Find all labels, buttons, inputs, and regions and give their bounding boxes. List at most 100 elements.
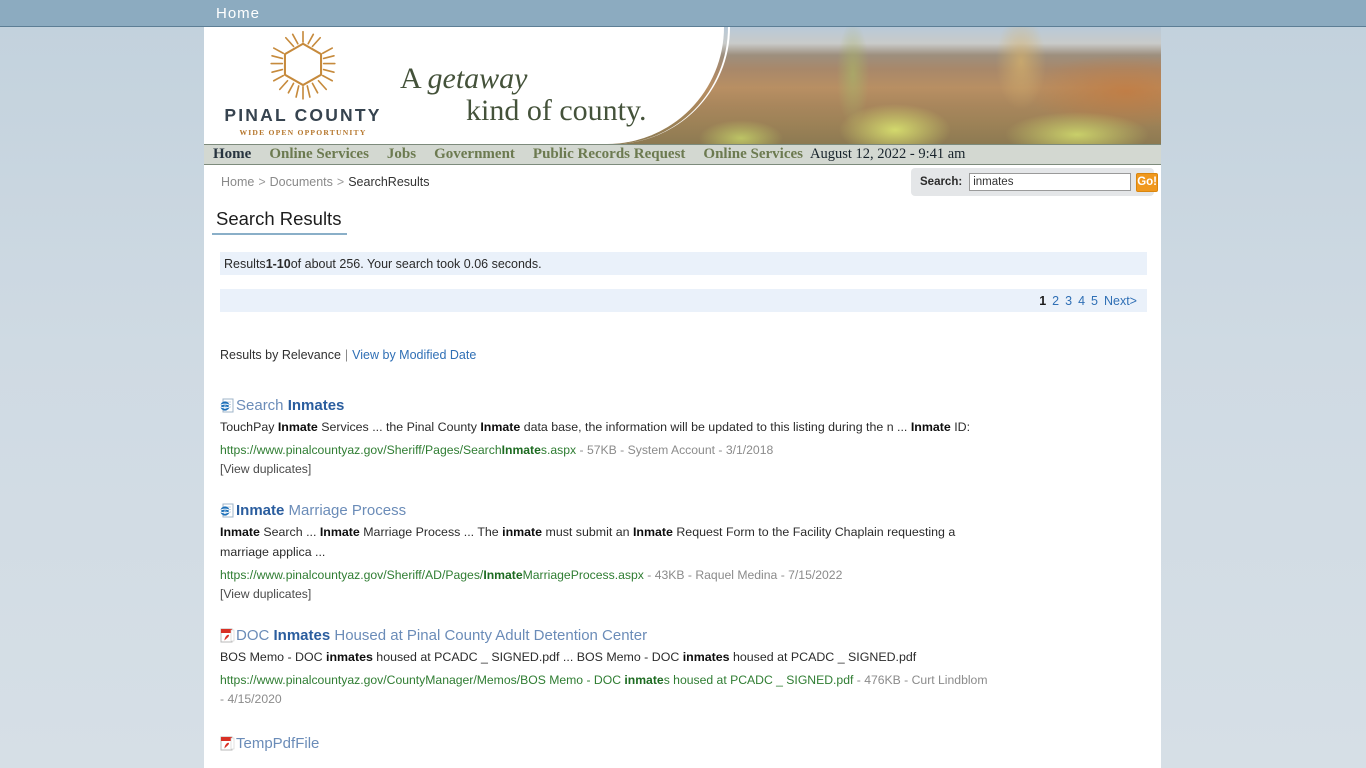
sort-by-modified-date-link[interactable]: View by Modified Date [352,348,476,362]
result-snippet: BOS Memo - DOC inmates housed at PCADC _… [220,647,980,667]
pagination-page-3[interactable]: 3 [1065,294,1072,308]
result-snippet-text: TouchPay [220,420,278,434]
result-url-highlight: Inmate [483,568,523,582]
result-snippet-highlight: inmates [682,650,730,664]
result-url-text: https://www.pinalcountyaz.gov/Sheriff/Pa… [220,443,502,457]
result-snippet-highlight: Inmate [220,525,260,539]
result-snippet-text: Search ... [259,525,320,539]
result-snippet-text: must submit an [542,525,633,539]
result-url-highlight: inmate [624,673,664,687]
result-url-line[interactable]: https://www.pinalcountyaz.gov/Sheriff/AD… [220,566,990,585]
results-info-prefix: Results [224,256,266,271]
result-snippet-text: ID: [950,420,971,434]
sort-options-row: Results by Relevance | View by Modified Da… [220,348,1161,362]
result-title-link[interactable]: e Search Inmates [219,396,990,415]
nav-item-public-records-request[interactable]: Public Records Request [524,146,695,163]
result-snippet-highlight: Inmate [480,420,521,434]
result-snippet-highlight: Inmate [632,525,673,539]
page-title: Search Results [212,208,348,235]
breadcrumb-separator: > [258,175,266,189]
result-title-text: DOC [236,627,274,644]
breadcrumb-item-documents[interactable]: Documents [270,175,333,189]
nav-item-online-services[interactable]: Online Services [260,146,378,163]
search-go-button[interactable]: Go! [1136,172,1158,192]
search-widget: Search: Go! [911,168,1158,196]
result-title-highlight: Inmate [236,502,285,519]
search-input[interactable] [969,173,1132,191]
result-title-highlight: Inmates [273,627,331,644]
pagination-page-5[interactable]: 5 [1091,294,1098,308]
tagline-italic: getaway [427,62,528,95]
result-snippet-highlight: inmate [502,525,543,539]
browser-tab-home[interactable]: Home [204,0,286,27]
result-url-text: s.aspx [540,443,577,457]
result-snippet-text: Marriage Process ... The [359,525,503,539]
breadcrumb-search-row: Home>Documents>SearchResults Search: Go! [204,165,1161,204]
result-snippet-text: housed at PCADC _ SIGNED.pdf [729,650,917,664]
result-view-duplicates-link[interactable]: [View duplicates] [220,587,990,601]
tagline-prefix: A [400,62,428,95]
results-info-range: 1-10 [265,256,291,271]
result-title-text: Housed at Pinal County Adult Detention C… [330,627,648,644]
svg-text:e: e [223,403,226,411]
result-title-link[interactable]: TempPdfFile [220,734,990,753]
current-date-time: August 12, 2022 - 9:41 am [810,146,966,162]
main-content: Search Results Results 1-10 of about 256… [204,204,1161,753]
results-info-suffix: of about 256. Your search took 0.06 seco… [290,256,542,271]
sunburst-logo-icon [270,30,336,100]
browser-tab-strip: Home [0,0,1366,27]
result-url-line[interactable]: https://www.pinalcountyaz.gov/CountyMana… [220,671,990,709]
breadcrumb-separator: > [336,175,345,189]
breadcrumb-item-home[interactable]: Home [221,175,254,189]
result-snippet: Inmate Search ... Inmate Marriage Proces… [220,522,980,562]
masthead-tagline: A getaway kind of county. [400,62,647,128]
result-url-text: MarriageProcess.aspx [522,568,644,582]
search-result-item: e Inmate Marriage Process Inmate Search ..… [219,501,990,601]
search-result-item: TempPdfFile [220,734,990,753]
result-title-link[interactable]: DOC Inmates Housed at Pinal County Adult… [220,626,990,645]
nav-item-online-services[interactable]: Online Services [694,146,812,163]
pagination-bar: 1 2 3 4 5 Next> [220,289,1147,312]
result-url-text: https://www.pinalcountyaz.gov/Sheriff/AD… [220,568,484,582]
result-snippet-text: data base, the information will be updat… [520,420,911,434]
results-info-bar: Results 1-10 of about 256. Your search t… [220,252,1147,275]
pagination-page-4[interactable]: 4 [1078,294,1085,308]
pdf-icon [220,736,235,751]
nav-item-jobs[interactable]: Jobs [378,146,425,163]
result-view-duplicates-link[interactable]: [View duplicates] [220,462,990,476]
browser-tab-label: Home [216,5,261,22]
breadcrumb: Home > Documents > SearchResults [221,175,430,189]
tagline-line-2: kind of county. [466,94,647,128]
search-result-item: e Search Inmates TouchPay Inmate Services … [219,396,990,476]
pagination-page-2[interactable]: 2 [1052,294,1059,308]
result-title-text: Marriage Process [284,502,407,519]
pagination-next[interactable]: Next> [1104,294,1137,308]
main-navigation: Home Online Services Jobs Government Public … [204,144,1161,165]
result-snippet-highlight: inmates [326,650,373,664]
search-result-item: DOC Inmates Housed at Pinal County Adult… [220,626,990,709]
result-meta: - 43KB - Raquel Medina - 7/15/2022 [643,568,843,582]
svg-text:e: e [223,508,226,516]
pagination-page-1: 1 [1039,293,1047,308]
result-snippet-highlight: Inmate [910,420,951,434]
result-title-link[interactable]: e Inmate Marriage Process [219,501,990,520]
result-meta: - 57KB - System Account - 3/1/2018 [576,443,774,457]
page-container: PINAL COUNTY WIDE OPEN OPPORTUNITY A get… [204,27,1161,768]
sort-divider: | [344,348,349,362]
result-snippet-highlight: Inmate [277,420,318,434]
result-url-text: s housed at PCADC _ SIGNED.pdf [663,673,854,687]
sort-active-label: Results by Relevance [220,348,341,362]
nav-item-home[interactable]: Home [204,146,260,163]
logo-tagline: WIDE OPEN OPPORTUNITY [239,128,367,137]
search-results-list: e Search Inmates TouchPay Inmate Services … [219,396,990,753]
result-snippet-text: BOS Memo - DOC [220,650,327,664]
result-url-highlight: Inmate [501,443,541,457]
result-url-line[interactable]: https://www.pinalcountyaz.gov/Sheriff/Pa… [220,441,990,460]
search-label: Search: [920,176,963,188]
pinal-county-logo[interactable]: PINAL COUNTY WIDE OPEN OPPORTUNITY [213,30,393,142]
result-url-text: https://www.pinalcountyaz.gov/CountyMana… [220,673,625,687]
nav-item-government[interactable]: Government [425,146,524,163]
result-snippet-text: Services ... the Pinal County [317,420,481,434]
tagline-line-1: A getaway [400,62,647,95]
result-snippet-text: housed at PCADC _ SIGNED.pdf ... BOS Mem… [372,650,683,664]
